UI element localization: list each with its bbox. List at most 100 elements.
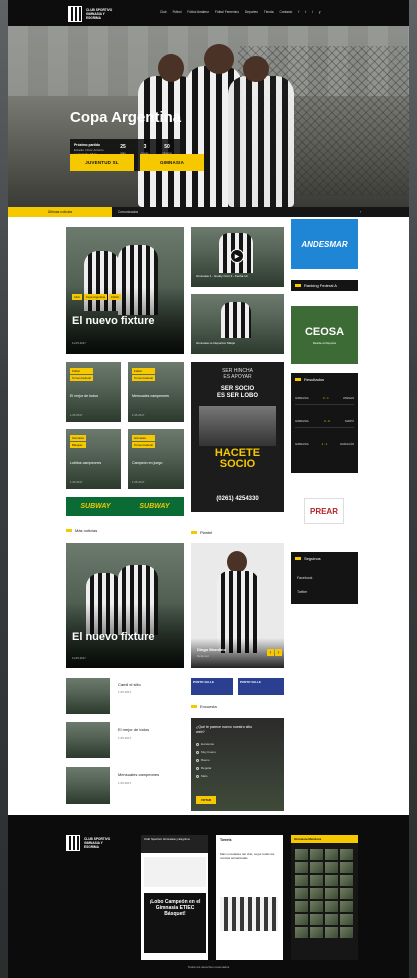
ig-photo[interactable] [310, 901, 323, 912]
vote-button[interactable]: VOTAR [196, 796, 216, 804]
news-tag[interactable]: Torneo Federal [132, 442, 155, 448]
ig-photo[interactable] [295, 862, 308, 873]
news-title[interactable]: El mejor de todos [118, 727, 149, 732]
subway-banner[interactable]: SUBWAY SUBWAY [66, 497, 184, 516]
news-title[interactable]: Mensuales campeones [118, 772, 159, 777]
ig-photo[interactable] [310, 849, 323, 860]
poll-option[interactable]: Bueno [196, 758, 216, 762]
featured-news-card[interactable]: Club Copa Argentina Fútbol El nuevo fixt… [66, 227, 184, 354]
socio-cta[interactable]: HACETE SOCIO [197, 448, 278, 470]
ig-photo[interactable] [295, 875, 308, 886]
news-title[interactable]: Camil el sitio [118, 682, 141, 687]
ig-photo[interactable] [325, 849, 338, 860]
ig-photo[interactable] [310, 875, 323, 886]
twitter-widget[interactable]: Tweets Más novedades del club, seguí tod… [216, 835, 283, 960]
tab-latest-news[interactable]: Últimas noticias [8, 207, 112, 217]
radio-button[interactable] [196, 750, 199, 754]
prev-arrow-icon[interactable]: ‹ [267, 649, 274, 656]
more-news-featured-card[interactable]: El nuevo fixture 11.05.2017 [66, 543, 184, 668]
play-icon[interactable]: ▶ [230, 249, 244, 263]
ig-photo[interactable] [325, 914, 338, 925]
twitter-link[interactable]: Twitter [297, 590, 307, 594]
news-tag[interactable]: Gimnasia [132, 435, 155, 441]
tab-announcements[interactable]: Comunicados [118, 210, 138, 214]
news-tag[interactable]: Club [72, 294, 82, 300]
news-thumb[interactable] [66, 722, 110, 758]
radio-button[interactable] [196, 766, 199, 770]
result-row[interactable]: GIMNASIA 2 - 0 MAIPÚ [295, 414, 354, 428]
ig-photo[interactable] [310, 862, 323, 873]
ig-photo[interactable] [295, 849, 308, 860]
ig-photo[interactable] [310, 888, 323, 899]
nav-item[interactable]: Club [160, 10, 167, 14]
twitter-icon[interactable]: t [305, 10, 306, 14]
facebook-link[interactable]: Facebook [297, 576, 312, 580]
news-card[interactable]: Fútbol Torneo Federal Mensuales campeone… [128, 362, 184, 422]
featured-news-title[interactable]: El nuevo fixture [72, 315, 155, 327]
news-thumb[interactable] [66, 678, 110, 714]
socio-ad[interactable]: SER HINCHA ES APOYAR SER SOCIO ES SER LO… [191, 362, 284, 512]
facebook-widget[interactable]: Club Sportivo Gimnasia y Esgrima ¡Lobo C… [141, 835, 208, 960]
news-card[interactable]: Gimnasia Torneo Federal Campeón en juego… [128, 429, 184, 489]
away-team-button[interactable]: GIMNASIA [140, 154, 204, 171]
more-news-featured-title[interactable]: El nuevo fixture [72, 631, 155, 643]
ig-photo[interactable] [340, 862, 353, 873]
ig-photo[interactable] [340, 875, 353, 886]
tabs-next-arrow[interactable]: › [360, 209, 361, 214]
poll-option[interactable]: Muy bueno [196, 750, 216, 754]
news-title[interactable]: Mensuales campeones [132, 394, 178, 398]
news-tag[interactable]: Gimnasia [70, 435, 86, 441]
news-title[interactable]: Campeón en juego [132, 461, 178, 465]
ranking-title[interactable]: Ranking Federal A [304, 283, 337, 288]
sponsor-ad[interactable]: PUNTO VALLE [191, 678, 233, 695]
ig-photo[interactable] [325, 901, 338, 912]
fb-page-title[interactable]: Club Sportivo Gimnasia y Esgrima [144, 837, 206, 842]
ig-photo[interactable] [295, 914, 308, 925]
nav-item[interactable]: Contacto [280, 10, 293, 14]
facebook-icon[interactable]: f [298, 10, 299, 14]
nav-item[interactable]: Tienda [264, 10, 274, 14]
nav-item[interactable]: Deportes [245, 10, 258, 14]
result-row[interactable]: GIMNASIA 3 - 1 ATENAS [295, 391, 354, 405]
nav-item[interactable]: Fútbol Femenino [215, 10, 239, 14]
ig-photo[interactable] [340, 849, 353, 860]
ig-photo[interactable] [340, 927, 353, 938]
ig-photo[interactable] [340, 901, 353, 912]
news-title[interactable]: Lobitos campeones [70, 461, 116, 465]
ig-photo[interactable] [340, 888, 353, 899]
ig-photo[interactable] [310, 914, 323, 925]
nav-item[interactable]: Fútbol Amateur [187, 10, 209, 14]
news-tag[interactable]: Fútbol [109, 294, 121, 300]
ranking-box[interactable]: Ranking Federal A [291, 280, 358, 291]
news-tag[interactable]: Fútbol [70, 368, 93, 374]
news-tag[interactable]: Copa Argentina [83, 294, 108, 300]
video-title[interactable]: Gimnasia 1 - Godoy Cruz 2 - Fecha 14 [196, 274, 248, 278]
ig-photo[interactable] [340, 914, 353, 925]
ig-photo[interactable] [310, 927, 323, 938]
player-name[interactable]: Diego Mondino [197, 647, 226, 652]
news-tag[interactable]: Básquet [70, 442, 86, 448]
club-crest-logo[interactable] [68, 6, 82, 22]
andesmar-ad[interactable]: ANDESMAR [291, 219, 358, 269]
tw-post[interactable]: Más novedades del club, seguí todas las … [220, 852, 278, 861]
home-team-button[interactable]: JUVENTUD SL [70, 154, 134, 171]
ig-photo[interactable] [325, 888, 338, 899]
radio-button[interactable] [196, 742, 199, 746]
radio-button[interactable] [196, 758, 199, 762]
video-card[interactable]: ▶ Gimnasia 1 - Godoy Cruz 2 - Fecha 14 [191, 227, 284, 287]
video-card[interactable]: Gimnasia vs Deportivo Maipú [191, 294, 284, 354]
news-thumb[interactable] [66, 767, 110, 804]
ceosa-ad[interactable]: CEOSA Desde el Deporte [291, 306, 358, 364]
ig-photo[interactable] [295, 927, 308, 938]
radio-button[interactable] [196, 774, 199, 778]
nav-item[interactable]: Fútbol [173, 10, 182, 14]
news-card[interactable]: Fútbol Torneo Federal El mejor de todos … [66, 362, 121, 422]
result-row[interactable]: GIMNASIA 1 - 1 HURACÁN [295, 437, 354, 451]
ig-photo[interactable] [325, 927, 338, 938]
prear-ad[interactable]: PREAR [304, 498, 344, 524]
ig-photo[interactable] [325, 875, 338, 886]
video-title[interactable]: Gimnasia vs Deportivo Maipú [196, 341, 235, 345]
poll-option[interactable]: Regular [196, 766, 216, 770]
next-arrow-icon[interactable]: › [275, 649, 282, 656]
footer-crest-logo[interactable] [66, 835, 80, 851]
